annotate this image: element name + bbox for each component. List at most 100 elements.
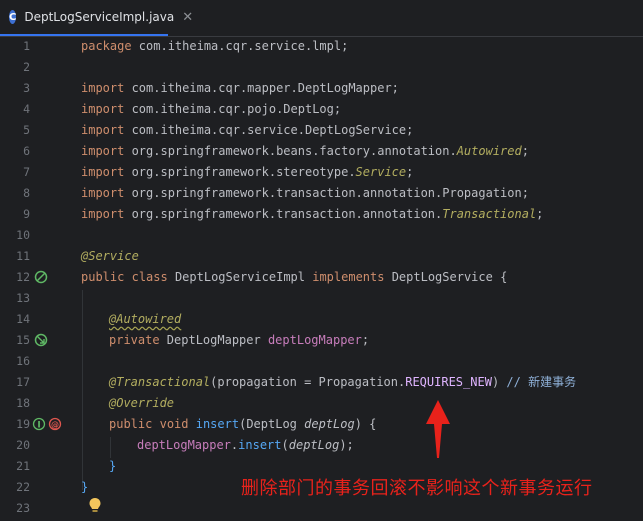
field-name: deptLogMapper [267, 333, 362, 347]
keyword: import [81, 207, 125, 221]
override-gutter-icon[interactable]: @ [48, 417, 62, 431]
line-number: 21 [16, 459, 30, 473]
code-line[interactable]: 13 [0, 288, 643, 309]
line-number: 9 [23, 207, 30, 221]
line-number: 2 [23, 60, 30, 74]
line-number: 15 [16, 333, 30, 347]
line-number: 11 [16, 249, 30, 263]
interface-name: DeptLogService [384, 270, 501, 284]
call-end: ); [339, 438, 354, 452]
code-line[interactable]: 15 private DeptLogMapper deptLogMapper; [0, 330, 643, 351]
line-number: 17 [16, 375, 30, 389]
param-type: (DeptLog [239, 417, 305, 431]
field-ref: deptLogMapper [137, 438, 231, 452]
param-close: ) { [354, 417, 377, 431]
line-number: 14 [16, 312, 30, 326]
line-number: 20 [16, 438, 30, 452]
line-number: 22 [16, 480, 30, 494]
import-class: Service [355, 165, 407, 179]
import-path: com.itheima.cqr.mapper.DeptLogMapper; [124, 81, 399, 95]
red-arrow-icon [426, 400, 450, 458]
line-number: 12 [16, 270, 30, 284]
code-line[interactable]: 4 import com.itheima.cqr.pojo.DeptLog; [0, 99, 643, 120]
brace: } [109, 459, 117, 473]
brace: { [500, 270, 508, 284]
code-line[interactable]: 16 [0, 351, 643, 372]
code-line[interactable]: 3 import com.itheima.cqr.mapper.DeptLogM… [0, 78, 643, 99]
code-line[interactable]: 18 @Override [0, 393, 643, 414]
code-line[interactable]: 19 I @ public void insert(DeptLog deptLo… [0, 414, 643, 435]
close-icon[interactable]: ✕ [182, 10, 193, 25]
line-number: 3 [23, 81, 30, 95]
import-class: Transactional [442, 207, 537, 221]
semicolon: ; [536, 207, 544, 221]
tab-title: DeptLogServiceImpl.java [24, 10, 175, 24]
line-number: 16 [16, 354, 30, 368]
annotation-autowired: @Autowired [109, 312, 182, 326]
svg-text:@: @ [51, 421, 59, 430]
code-line[interactable]: 11 @Service [0, 246, 643, 267]
code-line[interactable]: 14 @Autowired [0, 309, 643, 330]
keyword: public [81, 270, 125, 284]
keyword: import [81, 165, 125, 179]
import-class: Autowired [456, 144, 522, 158]
semicolon: ; [361, 333, 370, 347]
code-line[interactable]: 10 [0, 225, 643, 246]
code-line[interactable]: 6 import org.springframework.beans.facto… [0, 141, 643, 162]
java-class-icon: C [9, 10, 17, 24]
line-number: 1 [23, 39, 30, 53]
tab-deptlogserviceimpl[interactable]: C DeptLogServiceImpl.java ✕ [0, 0, 193, 36]
line-number: 6 [23, 144, 30, 158]
bean-gutter-icon[interactable] [34, 270, 48, 284]
keyword: class [131, 270, 168, 284]
autowired-gutter-icon[interactable] [34, 333, 48, 347]
code-comment: // 新建事务 [506, 375, 577, 389]
line-number: 18 [16, 396, 30, 410]
annotation-note: 删除部门的事务回滚不影响这个新事务运行 [241, 478, 593, 499]
code-line[interactable]: 1 package com.itheima.cqr.service.lmpl; [0, 36, 643, 57]
svg-text:I: I [37, 421, 40, 431]
code-line[interactable]: 9 import org.springframework.transaction… [0, 204, 643, 225]
code-line[interactable]: 5 import com.itheima.cqr.service.DeptLog… [0, 120, 643, 141]
code-line[interactable]: 17 @Transactional(propagation = Propagat… [0, 372, 643, 393]
import-path: org.springframework.stereotype. [124, 165, 356, 179]
enum-constant: REQUIRES_NEW [405, 375, 492, 389]
import-path: org.springframework.transaction.annotati… [124, 186, 529, 200]
semicolon: ; [406, 165, 414, 179]
paren: ( [281, 438, 289, 452]
code-line[interactable]: 12 public class DeptLogServiceImpl imple… [0, 267, 643, 288]
param-name: deptLog [304, 417, 355, 431]
implements-gutter-icon[interactable]: I [32, 417, 46, 431]
annotation-args: (propagation = Propagation. [210, 375, 406, 389]
line-number: 4 [23, 102, 30, 116]
annotation-args-close: ) [491, 375, 507, 389]
import-path: org.springframework.transaction.annotati… [124, 207, 443, 221]
annotation-override: @Override [109, 396, 175, 410]
arg-name: deptLog [288, 438, 340, 452]
keyword: void [159, 417, 189, 431]
keyword: import [81, 123, 125, 137]
line-number: 23 [16, 501, 30, 515]
code-line[interactable]: 8 import org.springframework.transaction… [0, 183, 643, 204]
annotation-transactional: @Transactional [109, 375, 211, 389]
code-line[interactable]: 2 [0, 57, 643, 78]
keyword: import [81, 144, 125, 158]
annotation-service: @Service [81, 249, 139, 263]
keyword: import [81, 186, 125, 200]
code-line[interactable]: 7 import org.springframework.stereotype.… [0, 162, 643, 183]
field-type: DeptLogMapper [159, 333, 268, 347]
method-call: insert [238, 438, 282, 452]
line-number: 5 [23, 123, 30, 137]
line-number: 8 [23, 186, 30, 200]
keyword: package [81, 39, 132, 53]
editor-tab-bar: C DeptLogServiceImpl.java ✕ [0, 0, 643, 37]
keyword: import [81, 81, 125, 95]
class-name: DeptLogServiceImpl [167, 270, 313, 284]
lightbulb-icon[interactable] [88, 497, 102, 515]
code-line[interactable]: 20 deptLogMapper.insert(deptLog); [0, 435, 643, 456]
keyword: public [109, 417, 153, 431]
keyword: private [109, 333, 160, 347]
import-path: org.springframework.beans.factory.annota… [124, 144, 457, 158]
line-number: 13 [16, 291, 30, 305]
line-number: 10 [16, 228, 30, 242]
